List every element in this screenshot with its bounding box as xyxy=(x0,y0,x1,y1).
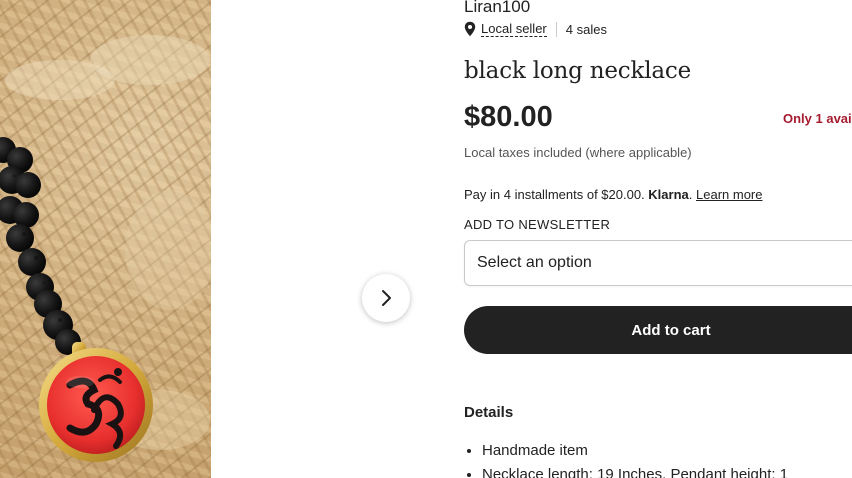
shop-name-link[interactable]: Liran100 xyxy=(464,0,530,17)
klarna-logo-text: Klarna xyxy=(648,187,689,202)
sales-count: 4 sales xyxy=(565,21,607,37)
select-placeholder: Select an option xyxy=(477,254,592,271)
installments-note: Pay in 4 installments of $20.00. Klarna.… xyxy=(464,187,763,202)
variation-select[interactable]: Select an option xyxy=(464,240,852,286)
om-pendant xyxy=(39,348,153,462)
next-image-button[interactable] xyxy=(362,274,410,322)
details-heading[interactable]: Details xyxy=(464,404,513,421)
chevron-right-icon xyxy=(382,290,391,306)
seller-row: Local seller 4 sales xyxy=(464,21,607,37)
listing-title: black long necklace xyxy=(464,58,691,84)
map-pin-icon xyxy=(464,21,476,37)
installments-text: Pay in 4 installments of $20.00. xyxy=(464,187,645,202)
listing-page: Liran100 Local seller 4 sales black long… xyxy=(0,0,852,478)
learn-more-link[interactable]: Learn more xyxy=(696,187,762,202)
stock-warning: Only 1 avail xyxy=(783,111,852,126)
list-item: Handmade item xyxy=(482,441,788,465)
details-list: Handmade item Necklace length: 19 Inches… xyxy=(464,441,788,478)
divider xyxy=(555,21,557,37)
listing-info: Liran100 Local seller 4 sales black long… xyxy=(464,0,852,478)
local-seller-link[interactable]: Local seller xyxy=(481,21,547,37)
variation-label: ADD TO NEWSLETTER xyxy=(464,217,611,232)
price: $80.00 xyxy=(464,101,553,133)
product-image[interactable] xyxy=(0,0,211,478)
add-to-cart-label: Add to cart xyxy=(631,321,711,339)
list-item: Necklace length: 19 Inches, Pendant heig… xyxy=(482,465,788,478)
taxes-note: Local taxes included (where applicable) xyxy=(464,145,692,160)
lava-bead-necklace-photo xyxy=(0,35,211,462)
add-to-cart-button[interactable]: Add to cart xyxy=(464,306,852,354)
